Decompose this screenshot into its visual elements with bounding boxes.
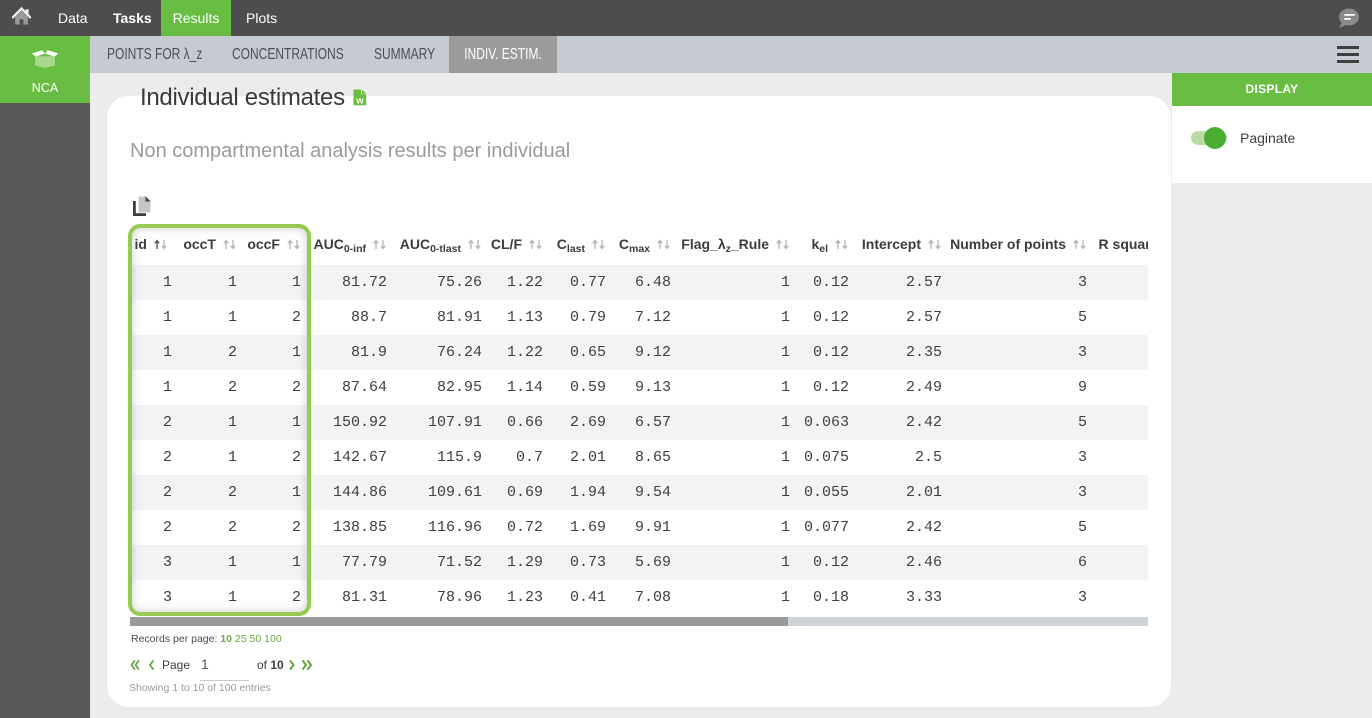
svg-text:w: w <box>355 96 364 106</box>
